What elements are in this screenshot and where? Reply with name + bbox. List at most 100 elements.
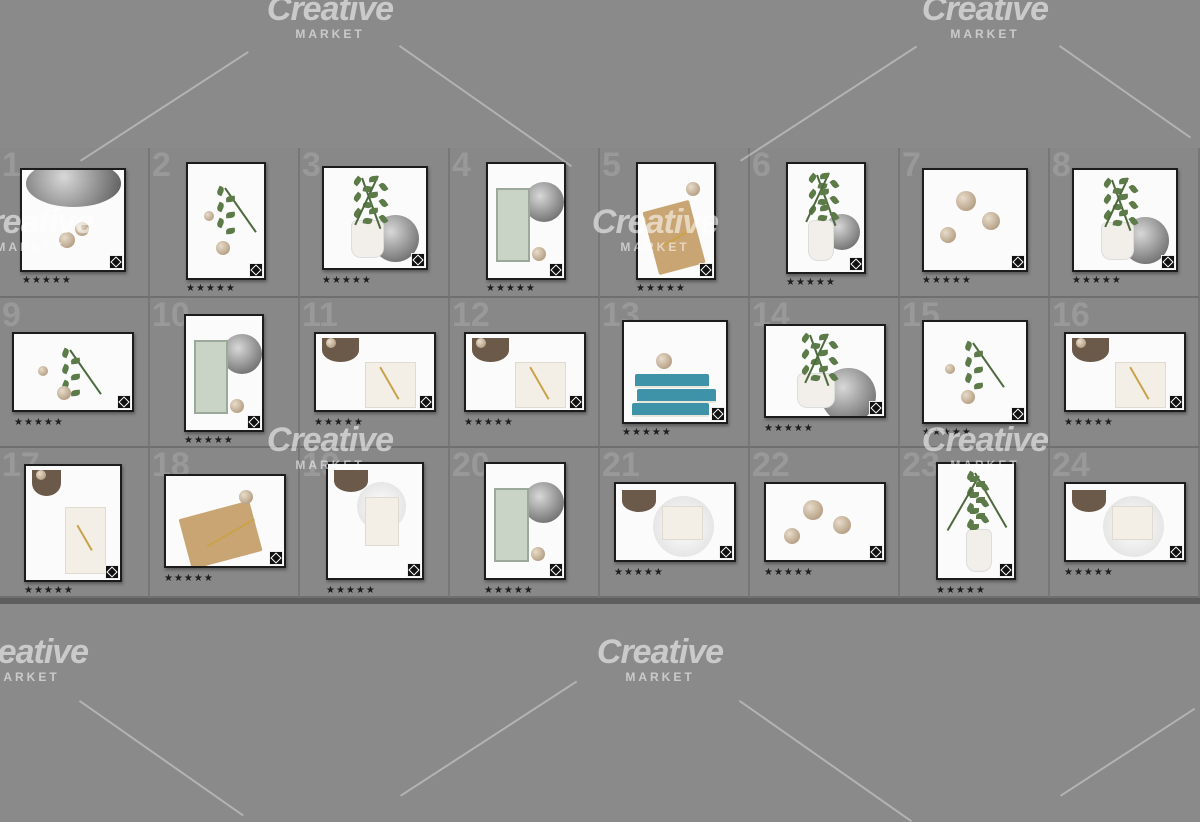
edit-badge-icon <box>269 551 283 565</box>
watermark-brand: Creative <box>596 633 724 671</box>
cell-number: 12 <box>452 296 490 334</box>
photo-thumbnail[interactable] <box>936 462 1016 580</box>
grid-cell: 3 ★★★★★ <box>300 148 450 298</box>
leaf <box>973 366 983 374</box>
photo-thumbnail[interactable] <box>1064 482 1186 562</box>
decor-ball <box>476 338 486 348</box>
lantern <box>494 487 530 563</box>
photo-thumbnail[interactable] <box>922 168 1028 272</box>
photo-thumbnail[interactable] <box>12 332 134 412</box>
photo-thumbnail[interactable] <box>1072 168 1178 272</box>
photo-thumbnail[interactable] <box>314 332 436 412</box>
edit-badge-icon <box>407 563 421 577</box>
photo-thumbnail[interactable] <box>322 166 428 270</box>
grid-cell: 14 ★★★★★ <box>750 298 900 448</box>
leaf <box>352 192 363 203</box>
photo-thumbnail[interactable] <box>24 464 122 582</box>
edit-badge-icon <box>869 401 883 415</box>
cell-number: 22 <box>752 446 790 484</box>
cell-number: 9 <box>2 296 21 334</box>
star-rating: ★★★★★ <box>764 567 814 578</box>
edit-badge-icon <box>117 395 131 409</box>
star-rating: ★★★★★ <box>1064 417 1114 428</box>
cell-number: 7 <box>902 146 921 184</box>
decor-ball <box>655 353 672 370</box>
edit-badge-icon <box>549 563 563 577</box>
watermark-brand: Creative <box>266 421 394 459</box>
decor-ball <box>982 211 1001 230</box>
leaf <box>1118 193 1129 201</box>
star-rating: ★★★★★ <box>786 277 836 288</box>
photo-thumbnail[interactable] <box>764 482 886 562</box>
photo-thumbnail[interactable] <box>484 462 566 580</box>
photo-thumbnail[interactable] <box>184 314 264 432</box>
watermark-logo: CreativeMARKET <box>0 205 100 253</box>
leaf <box>368 207 379 215</box>
photo-thumbnail[interactable] <box>464 332 586 412</box>
leaf <box>1118 209 1129 217</box>
wire-basket <box>622 490 656 512</box>
lantern <box>496 187 531 263</box>
book <box>636 388 717 403</box>
leaf <box>799 349 811 360</box>
grid-divider <box>0 598 1200 604</box>
star-rating: ★★★★★ <box>326 585 376 596</box>
watermark-tagline: MARKET <box>0 670 60 684</box>
watermark-line <box>1060 707 1196 797</box>
decor-ball <box>239 490 254 505</box>
photo-thumbnail[interactable] <box>186 162 266 280</box>
decor-ball <box>216 240 230 255</box>
decor-ball <box>532 246 546 261</box>
decor-ball <box>230 398 244 413</box>
leaf <box>970 523 979 530</box>
photo-thumbnail[interactable] <box>786 162 866 274</box>
photo-thumbnail[interactable] <box>164 474 286 568</box>
photo-thumbnail[interactable] <box>1064 332 1186 412</box>
decor-ball <box>802 500 823 520</box>
grid-cell: 2 ★★★★★ <box>150 148 300 298</box>
photo-thumbnail[interactable] <box>486 162 566 280</box>
leaf <box>215 185 226 196</box>
photo-thumbnail[interactable] <box>622 320 728 424</box>
leaf <box>1128 183 1139 195</box>
photo-thumbnail[interactable] <box>922 320 1028 424</box>
cell-number: 5 <box>602 146 621 184</box>
pewter-plate <box>26 170 122 207</box>
watermark-logo: CreativeMARKET <box>590 635 730 683</box>
paper-sheet <box>1112 506 1154 541</box>
leaf <box>818 349 829 356</box>
decor-ball <box>531 546 546 561</box>
watermark-line <box>738 700 913 822</box>
grid-cell: 17 ★★★★★ <box>0 448 150 598</box>
decor-ball <box>955 190 976 211</box>
leaf <box>828 339 839 350</box>
decor-ball <box>204 211 214 222</box>
edit-badge-icon <box>711 407 725 421</box>
grid-cell: 20 ★★★★★ <box>450 448 600 598</box>
star-rating: ★★★★★ <box>184 435 234 446</box>
leaf <box>973 382 983 390</box>
decor-ball <box>38 366 49 376</box>
grid-cell: 21 ★★★★★ <box>600 448 750 598</box>
decor-ball <box>939 227 956 244</box>
star-rating: ★★★★★ <box>22 275 72 286</box>
cell-number: 6 <box>752 146 771 184</box>
star-rating: ★★★★★ <box>1072 275 1122 286</box>
cell-number: 1 <box>2 146 21 184</box>
grid-cell: 12 ★★★★★ <box>450 298 600 448</box>
star-rating: ★★★★★ <box>764 423 814 434</box>
watermark-logo: CreativeMARKET <box>260 423 400 471</box>
grid-cell: 4 ★★★★★ <box>450 148 600 298</box>
watermark-tagline: MARKET <box>950 27 1020 41</box>
photo-thumbnail[interactable] <box>326 462 424 580</box>
edit-badge-icon <box>699 263 713 277</box>
grid-cell: 16 ★★★★★ <box>1050 298 1200 448</box>
photo-thumbnail[interactable] <box>764 324 886 418</box>
decor-ball <box>1076 338 1086 348</box>
leaf <box>818 365 829 372</box>
decor-ball <box>686 181 700 196</box>
star-rating: ★★★★★ <box>322 275 372 286</box>
edit-badge-icon <box>109 255 123 269</box>
edit-badge-icon <box>719 545 733 559</box>
photo-thumbnail[interactable] <box>614 482 736 562</box>
